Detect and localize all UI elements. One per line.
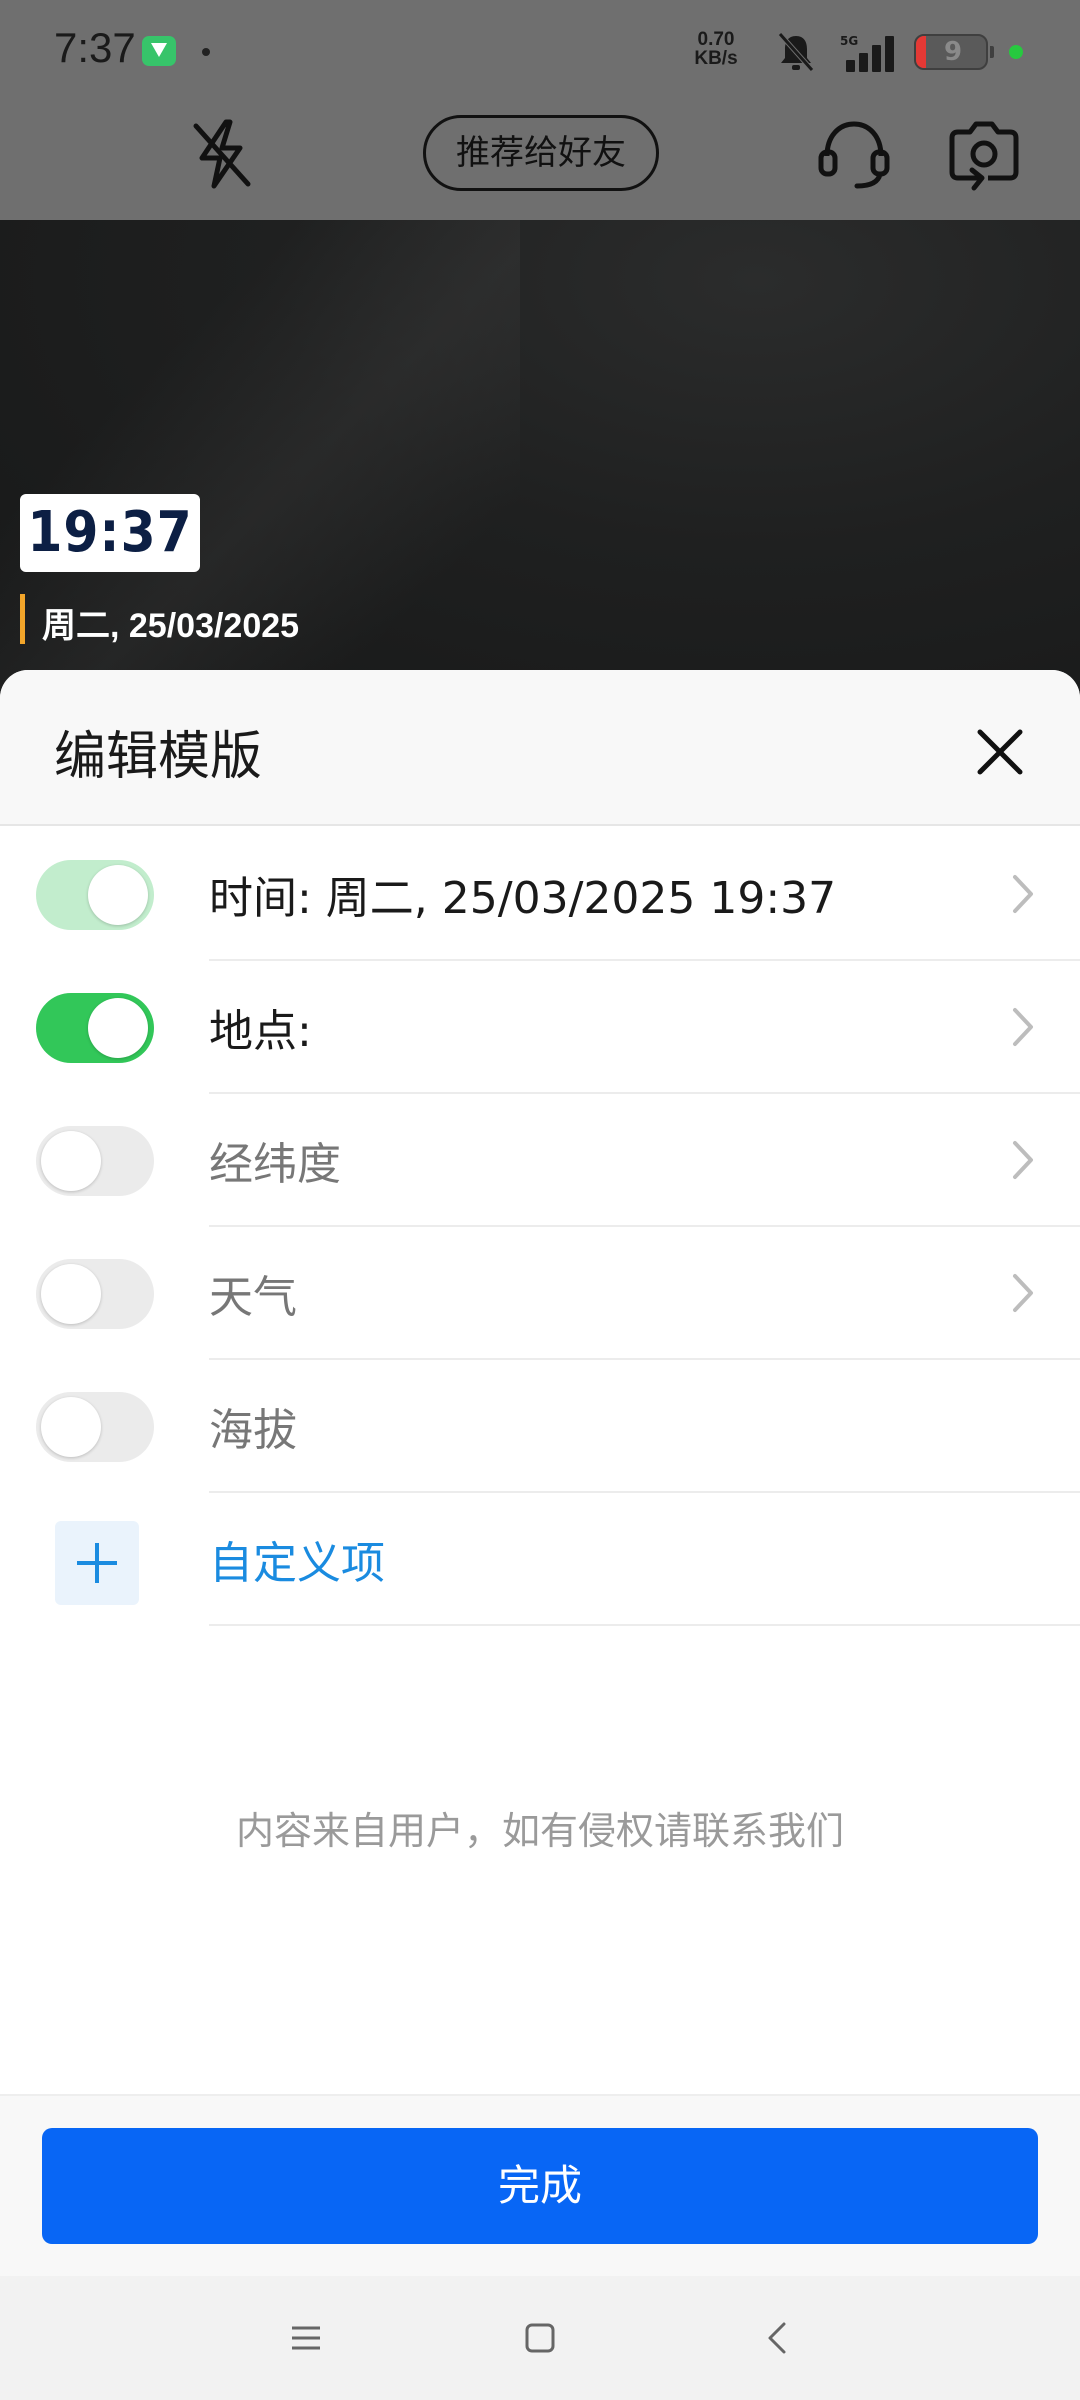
template-item-label: 地点: <box>209 1006 312 1057</box>
chevron-right-icon <box>1013 1274 1033 1312</box>
toggle-location[interactable] <box>36 993 154 1063</box>
chevron-right-icon <box>1013 1008 1033 1046</box>
watermark-accent-bar <box>20 594 25 644</box>
toggle-time[interactable] <box>36 860 154 930</box>
template-item-altitude[interactable]: 海拔 <box>0 1360 1080 1493</box>
bell-muted-icon <box>778 32 814 72</box>
battery-tip <box>990 46 994 58</box>
menu-icon[interactable] <box>284 2316 328 2360</box>
status-bar: 7:37 0.70 KB/s 5G 9 <box>0 0 1080 104</box>
done-button[interactable]: 完成 <box>42 2128 1038 2244</box>
watermark-date: 周二, 25/03/2025 <box>42 607 300 645</box>
status-time: 7:37 <box>54 24 136 71</box>
sheet-title: 编辑模版 <box>54 727 263 787</box>
battery-icon: 9 <box>914 34 988 70</box>
chevron-right-icon <box>1013 875 1033 913</box>
system-nav-bar <box>0 2276 1080 2400</box>
network-speed: 0.70 KB/s <box>688 30 744 68</box>
flash-off-icon[interactable] <box>188 118 256 190</box>
template-item-label: 天气 <box>209 1272 297 1323</box>
app-notification-icon <box>142 36 176 66</box>
add-custom-item[interactable]: 自定义项 <box>0 1493 1080 1626</box>
back-icon[interactable] <box>756 2316 800 2360</box>
privacy-indicator-dot <box>1009 45 1023 59</box>
template-item-weather[interactable]: 天气 <box>0 1227 1080 1360</box>
divider <box>209 1624 1080 1626</box>
signal-icon <box>846 36 894 72</box>
home-icon[interactable] <box>518 2316 562 2360</box>
battery-level: 9 <box>943 37 963 67</box>
edit-template-sheet: 编辑模版 时间: 周二, 25/03/2025 19:37 地点: 经纬度 天气 <box>0 670 1080 2400</box>
close-icon[interactable] <box>970 722 1030 782</box>
network-speed-value: 0.70 <box>697 29 735 50</box>
notification-dot-icon <box>202 48 210 56</box>
chevron-right-icon <box>1013 1141 1033 1179</box>
top-bar: 7:37 0.70 KB/s 5G 9 推荐给好友 <box>0 0 1080 220</box>
network-speed-unit: KB/s <box>694 48 738 69</box>
toggle-weather[interactable] <box>36 1259 154 1329</box>
toggle-altitude[interactable] <box>36 1392 154 1462</box>
template-item-label: 海拔 <box>209 1405 297 1456</box>
switch-camera-icon[interactable] <box>944 114 1024 192</box>
sheet-footer: 完成 <box>0 2094 1080 2276</box>
copyright-notice: 内容来自用户，如有侵权请联系我们 <box>235 1809 844 1853</box>
recommend-to-friend-button[interactable]: 推荐给好友 <box>423 115 659 191</box>
template-item-label: 经纬度 <box>209 1139 341 1190</box>
toggle-coordinates[interactable] <box>36 1126 154 1196</box>
watermark-time: 19:37 <box>20 494 200 572</box>
add-custom-button[interactable] <box>55 1521 139 1605</box>
template-item-location[interactable]: 地点: <box>0 961 1080 1094</box>
template-item-time[interactable]: 时间: 周二, 25/03/2025 19:37 <box>0 828 1080 961</box>
customer-service-icon[interactable] <box>815 114 893 192</box>
plus-icon <box>77 1543 117 1583</box>
custom-item-label: 自定义项 <box>209 1538 385 1589</box>
template-item-coordinates[interactable]: 经纬度 <box>0 1094 1080 1227</box>
template-item-label: 时间: 周二, 25/03/2025 19:37 <box>209 873 837 924</box>
sheet-header: 编辑模版 <box>0 670 1080 826</box>
